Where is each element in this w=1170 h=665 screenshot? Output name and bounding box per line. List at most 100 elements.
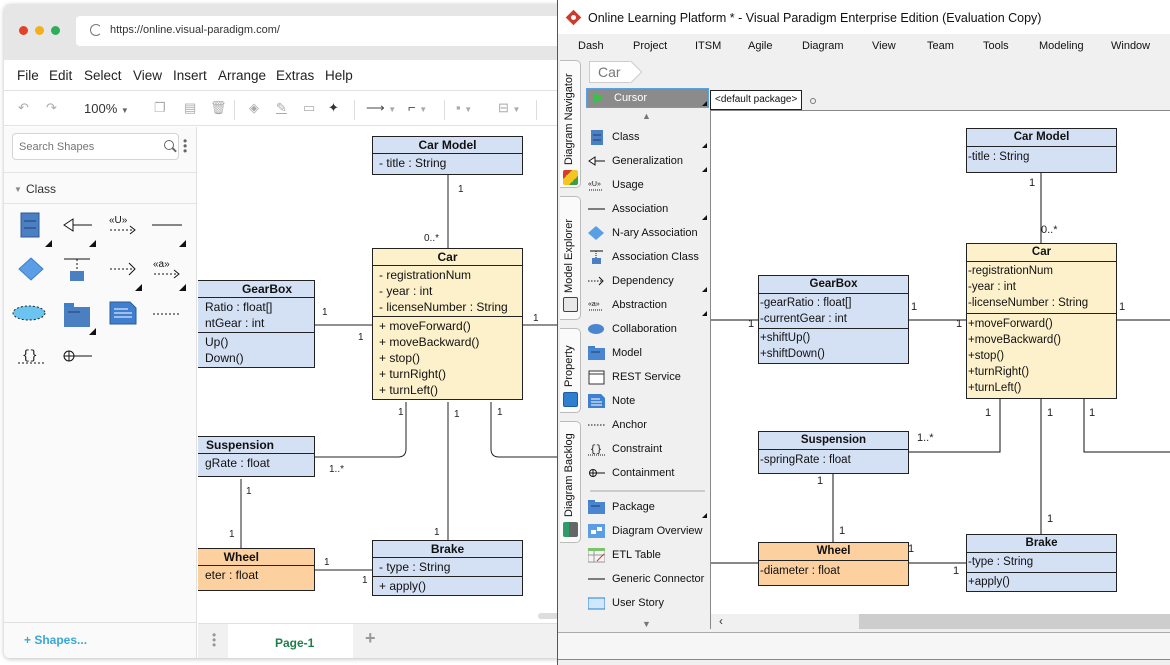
nary-association-shape[interactable]: [16, 255, 52, 291]
connector-car-suspension[interactable]: [315, 402, 407, 458]
fill-color-icon[interactable]: ◈: [249, 100, 259, 116]
to-front-icon[interactable]: ▪ ▼: [456, 100, 472, 115]
minimize-window-button[interactable]: [35, 26, 44, 35]
delete-icon[interactable]: 🗑: [210, 100, 227, 116]
close-window-button[interactable]: [19, 26, 28, 35]
palette-item-user-story[interactable]: User Story: [584, 592, 711, 616]
menu-arrange[interactable]: Arrange: [218, 68, 266, 83]
palette-item-etl-table[interactable]: ETL Table: [584, 544, 711, 568]
scroll-down-icon[interactable]: ▼: [642, 619, 651, 629]
align-icon[interactable]: ⊟ ▼: [498, 100, 520, 116]
waypoints-icon[interactable]: ⌐ ▼: [408, 100, 427, 115]
palette-item-usage[interactable]: «U» Usage: [584, 174, 711, 198]
anchor-shape[interactable]: [150, 299, 186, 335]
menu-extras[interactable]: Extras: [276, 68, 314, 83]
class-brake[interactable]: Brake -type : String +apply(): [966, 534, 1117, 592]
search-shapes-input[interactable]: [13, 134, 153, 159]
maximize-window-button[interactable]: [51, 26, 60, 35]
package-selector[interactable]: <default package>: [710, 90, 803, 110]
class-car-model[interactable]: Car Model - title : String: [372, 136, 523, 175]
palette-item-diagram-overview[interactable]: Diagram Overview: [584, 520, 711, 544]
tab-diagram-navigator[interactable]: Diagram Navigator: [560, 60, 581, 188]
menu-insert[interactable]: Insert: [173, 68, 207, 83]
connector-car-right-bottom[interactable]: [1083, 397, 1170, 453]
palette-item-note[interactable]: Note: [584, 390, 711, 414]
class-car-model[interactable]: Car Model -title : String: [966, 128, 1117, 173]
class-car[interactable]: Car -registrationNum -year : int -licens…: [966, 243, 1117, 399]
palette-item-anchor[interactable]: Anchor: [584, 414, 711, 438]
class-wheel[interactable]: Wheel eter : float: [198, 548, 315, 591]
format-painter-icon[interactable]: ✦: [328, 100, 339, 116]
class-brake[interactable]: Brake - type : String + apply(): [372, 540, 523, 596]
palette-item-package[interactable]: Package: [584, 496, 711, 520]
paste-icon[interactable]: ▤: [184, 100, 196, 116]
palette-item-rest-service[interactable]: REST Service: [584, 366, 711, 390]
palette-item-generic-connector[interactable]: Generic Connector: [584, 568, 711, 592]
more-shapes-link[interactable]: + Shapes...: [4, 622, 197, 658]
class-wheel[interactable]: Wheel -diameter : float: [758, 542, 909, 586]
association-shape[interactable]: [150, 211, 186, 247]
redo-icon[interactable]: ↷: [46, 100, 57, 116]
palette-item-collaboration[interactable]: Collaboration: [584, 318, 711, 342]
menu-team[interactable]: Team: [927, 40, 954, 52]
undo-icon[interactable]: ↶: [18, 100, 29, 116]
search-icon[interactable]: [810, 98, 816, 104]
menu-dash[interactable]: Dash: [578, 40, 604, 52]
line-color-icon[interactable]: ✎: [276, 100, 287, 116]
diagram-canvas[interactable]: Car Model - title : String Car - registr…: [198, 127, 564, 623]
reload-icon[interactable]: [90, 24, 102, 36]
class-section-header[interactable]: ▼ Class: [4, 172, 197, 204]
menu-window[interactable]: Window: [1111, 40, 1150, 52]
palette-item-nary-association[interactable]: N-ary Association: [584, 222, 711, 246]
address-bar[interactable]: https://online.visual-paradigm.com/: [76, 16, 564, 46]
connector-icon[interactable]: ⟶ ▼: [366, 100, 396, 116]
palette-item-association-class[interactable]: Association Class: [584, 246, 711, 270]
tab-diagram-backlog[interactable]: Diagram Backlog: [560, 421, 581, 543]
usage-shape[interactable]: «U»: [106, 211, 142, 247]
collaboration-shape[interactable]: [12, 299, 48, 335]
tab-page-1[interactable]: Page-1: [228, 624, 353, 658]
pages-menu-icon[interactable]: • • •: [212, 629, 216, 651]
vp-diagram-canvas[interactable]: Car Model -title : String Car -registrat…: [710, 110, 1170, 615]
scroll-up-icon[interactable]: ▲: [642, 111, 651, 121]
menu-view[interactable]: View: [133, 68, 162, 83]
palette-item-generalization[interactable]: Generalization: [584, 150, 711, 174]
search-shapes-field[interactable]: [12, 133, 179, 160]
search-icon[interactable]: [164, 140, 174, 150]
scrollbar-thumb[interactable]: [859, 614, 1170, 629]
menu-file[interactable]: File: [17, 68, 39, 83]
palette-item-model[interactable]: Model: [584, 342, 711, 366]
palette-item-class[interactable]: Class: [584, 126, 711, 150]
menu-diagram[interactable]: Diagram: [802, 40, 844, 52]
palette-item-dependency[interactable]: Dependency: [584, 270, 711, 294]
class-car[interactable]: Car - registrationNum - year : int - lic…: [372, 248, 523, 400]
menu-select[interactable]: Select: [84, 68, 122, 83]
package-shape[interactable]: [60, 299, 96, 335]
association-class-shape[interactable]: [60, 255, 96, 291]
menu-project[interactable]: Project: [633, 40, 667, 52]
palette-item-containment[interactable]: Containment: [584, 462, 711, 486]
palette-item-constraint[interactable]: {} Constraint: [584, 438, 711, 462]
class-gearbox[interactable]: GearBox -gearRatio : float[] -currentGea…: [758, 275, 909, 364]
class-gearbox[interactable]: GearBox Ratio : float[] ntGear : int Up(…: [198, 280, 315, 368]
containment-shape[interactable]: [60, 341, 96, 377]
menu-modeling[interactable]: Modeling: [1039, 40, 1084, 52]
zoom-select[interactable]: 100% ▼: [84, 101, 129, 116]
tab-property[interactable]: Property: [560, 328, 581, 413]
more-options-icon[interactable]: • • •: [183, 135, 187, 157]
dependency-shape[interactable]: [106, 255, 142, 291]
menu-itsm[interactable]: ITSM: [695, 40, 721, 52]
tab-model-explorer[interactable]: Model Explorer: [560, 196, 581, 320]
menu-tools[interactable]: Tools: [983, 40, 1009, 52]
note-shape[interactable]: [106, 299, 142, 335]
palette-item-abstraction[interactable]: «a» Abstraction: [584, 294, 711, 318]
scroll-left-icon[interactable]: ‹: [719, 614, 723, 628]
horizontal-scrollbar[interactable]: ‹: [710, 614, 1170, 629]
add-page-button[interactable]: +: [365, 628, 376, 649]
copy-icon[interactable]: ❐: [154, 100, 166, 116]
class-suspension[interactable]: Suspension -springRate : float: [758, 431, 909, 474]
palette-item-association[interactable]: Association: [584, 198, 711, 222]
menu-edit[interactable]: Edit: [49, 68, 72, 83]
breadcrumb[interactable]: Car: [589, 61, 632, 83]
menu-help[interactable]: Help: [325, 68, 353, 83]
